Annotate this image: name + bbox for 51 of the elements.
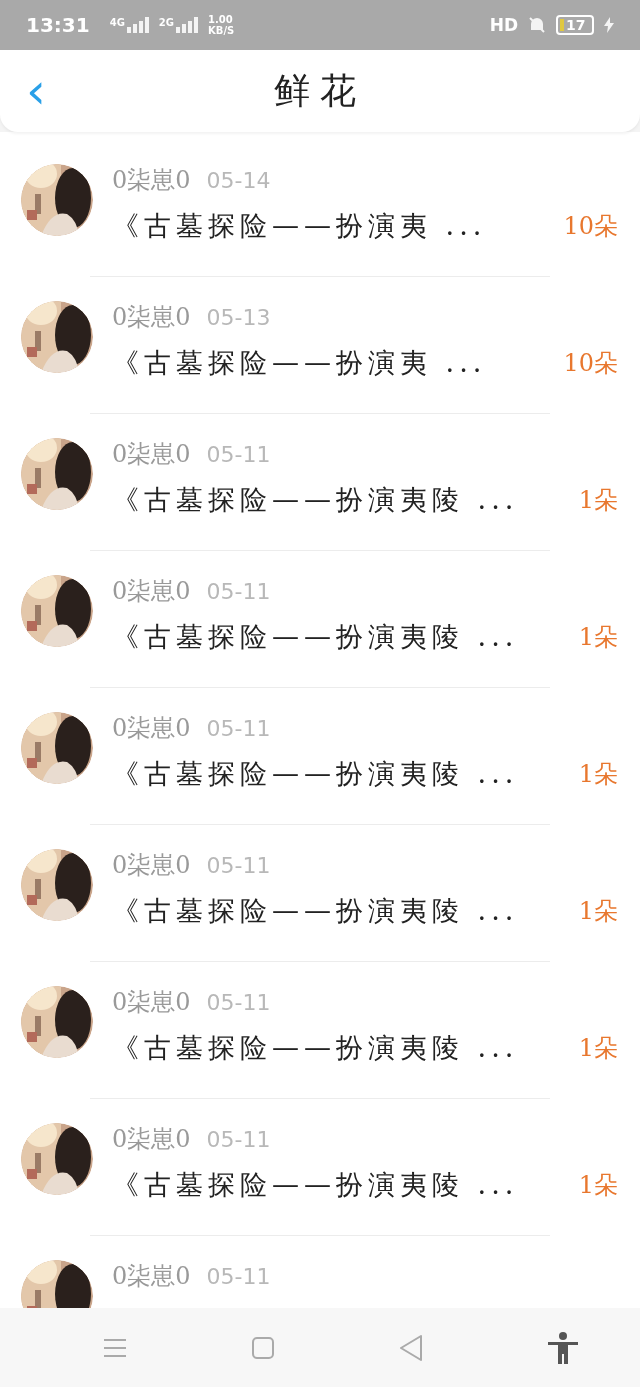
post-title: 《古墓探险——扮演夷陵 ...: [112, 757, 519, 791]
date: 05-11: [206, 579, 271, 604]
post-title: 《古墓探险——扮演夷 ...: [112, 346, 487, 380]
mute-bell-icon: [528, 16, 546, 34]
date: 05-11: [206, 716, 271, 741]
date: 05-11: [206, 1264, 271, 1289]
signal-icon: [176, 17, 198, 33]
flower-count: 10朵: [563, 211, 618, 242]
flower-count: 1朵: [578, 896, 618, 927]
post-title: 《古墓探险——扮演夷 ...: [112, 209, 487, 243]
user-name: 0柒崽0: [112, 1261, 191, 1292]
post-title: 《古墓探险——扮演夷陵 ...: [112, 620, 519, 654]
user-name: 0柒崽0: [112, 987, 191, 1018]
battery-level: 17: [566, 18, 586, 32]
post-title: 《古墓探险——扮演夷陵 ...: [112, 483, 519, 517]
user-name: 0柒崽0: [112, 302, 191, 333]
flower-count: 1朵: [578, 1170, 618, 1201]
network-label: 4G: [109, 17, 125, 28]
signal-icon: [126, 17, 149, 33]
triangle-back-icon: [398, 1334, 423, 1361]
speed-unit: KB/S: [208, 25, 235, 36]
user-name: 0柒崽0: [112, 576, 191, 607]
flower-count: 10朵: [563, 348, 618, 379]
square-icon: [251, 1336, 274, 1359]
menu-icon: [102, 1337, 127, 1358]
user-name: 0柒崽0: [112, 850, 191, 881]
user-name: 0柒崽0: [112, 165, 191, 196]
flower-count: 1朵: [578, 622, 618, 653]
network-label: 2G: [158, 17, 174, 28]
date: 05-13: [206, 305, 271, 330]
flower-count: 1朵: [578, 485, 618, 516]
date: 05-11: [206, 442, 271, 467]
user-name: 0柒崽0: [112, 1124, 191, 1155]
page-title: 鲜花: [274, 68, 366, 113]
flower-count: 1朵: [578, 759, 618, 790]
speed-value: 1.00: [208, 14, 234, 25]
status-time: 13:31: [26, 13, 90, 37]
back-button[interactable]: ‹: [14, 67, 58, 115]
accessibility-icon: [547, 1331, 578, 1364]
user-name: 0柒崽0: [112, 713, 191, 744]
date: 05-11: [206, 853, 271, 878]
post-title: 《古墓探险——扮演夷陵 ...: [112, 1031, 519, 1065]
lightning-icon: [604, 17, 614, 33]
date: 05-11: [206, 990, 271, 1015]
date: 05-11: [206, 1127, 271, 1152]
date: 05-14: [206, 168, 271, 193]
post-title: 《古墓探险——扮演夷陵 ...: [112, 1168, 519, 1202]
hd-label: HD: [489, 15, 518, 35]
flower-count: 1朵: [578, 1033, 618, 1064]
user-name: 0柒崽0: [112, 439, 191, 470]
post-title: 《古墓探险——扮演夷陵 ...: [112, 894, 519, 928]
